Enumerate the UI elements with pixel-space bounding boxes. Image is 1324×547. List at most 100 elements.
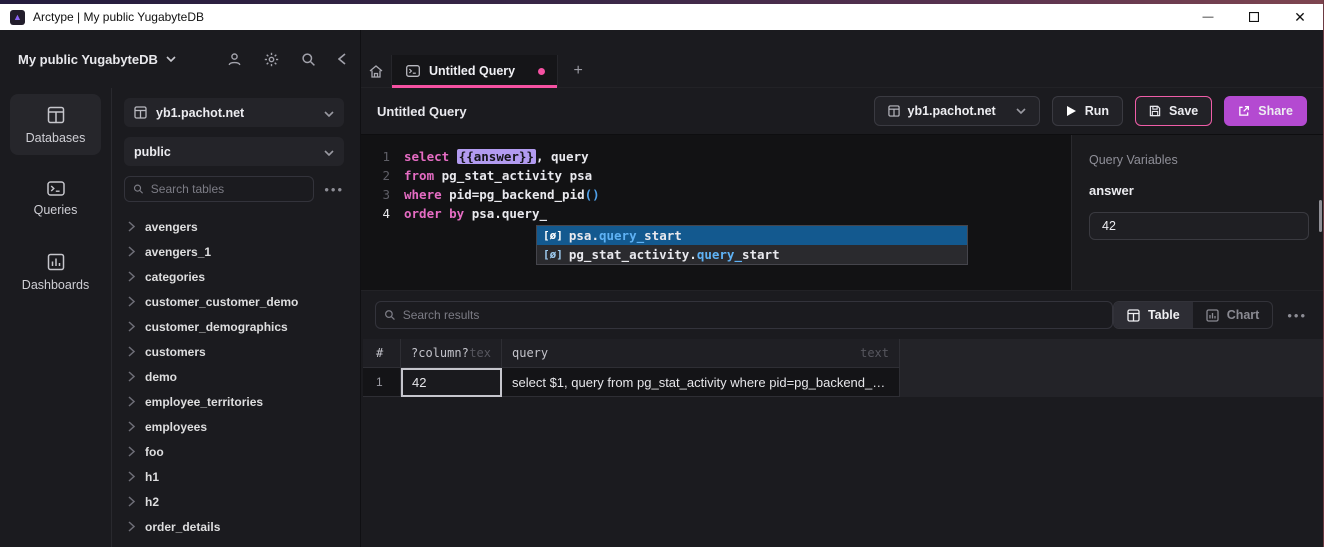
chart-view-button[interactable]: Chart (1193, 302, 1273, 328)
tab-bar: Untitled Query + (361, 30, 1323, 88)
selected-cell[interactable]: 42 (401, 368, 502, 397)
save-button[interactable]: Save (1135, 96, 1212, 126)
chevron-right-icon[interactable] (128, 346, 135, 357)
table-item-demo[interactable]: demo (124, 364, 344, 389)
column-header-column[interactable]: ?column? tex (401, 339, 502, 368)
close-icon[interactable]: ✕ (1277, 4, 1323, 30)
table-item-avengers[interactable]: avengers (124, 214, 344, 239)
code-text: where pid=pg_backend_pid() (404, 185, 600, 204)
results-more-icon[interactable]: ••• (1287, 308, 1307, 323)
chevron-right-icon[interactable] (128, 496, 135, 507)
scrollbar-thumb[interactable] (1319, 200, 1322, 232)
chevron-right-icon[interactable] (128, 321, 135, 332)
chevron-right-icon[interactable] (128, 246, 135, 257)
code-line-3[interactable]: 3where pid=pg_backend_pid() (361, 185, 1071, 204)
table-name: customers (145, 345, 206, 359)
connection-select[interactable]: yb1.pachot.net (124, 98, 344, 127)
table-item-customer_customer_demo[interactable]: customer_customer_demo (124, 289, 344, 314)
dashboards-icon (47, 253, 65, 271)
table-item-employee_territories[interactable]: employee_territories (124, 389, 344, 414)
code-line-4[interactable]: 4order by psa.query_ (361, 204, 1071, 223)
sidebar-item-databases[interactable]: Databases (10, 94, 101, 155)
home-tab[interactable] (361, 55, 392, 87)
chevron-right-icon[interactable] (128, 471, 135, 482)
chevron-right-icon (128, 246, 135, 257)
sql-editor[interactable]: 1select {{answer}}, query2from pg_stat_a… (361, 135, 1071, 290)
search-tables-input[interactable] (151, 182, 306, 196)
chevron-right-icon (128, 371, 135, 382)
row-index-cell[interactable]: 1 (363, 368, 401, 397)
column-type: tex (469, 346, 491, 360)
settings-gear-icon[interactable] (264, 52, 279, 67)
collapse-sidebar-icon[interactable] (338, 53, 346, 65)
table-view-button[interactable]: Table (1114, 302, 1193, 328)
table-item-avengers_1[interactable]: avengers_1 (124, 239, 344, 264)
maximize-icon[interactable] (1231, 4, 1277, 30)
table-item-h2[interactable]: h2 (124, 489, 344, 514)
chevron-right-icon[interactable] (128, 221, 135, 232)
new-tab-button[interactable]: + (558, 55, 598, 87)
share-button[interactable]: Share (1224, 96, 1307, 126)
autocomplete-item[interactable]: [ø]pg_stat_activity.query_start (537, 245, 967, 264)
table-name: avengers_1 (145, 245, 211, 259)
schema-select[interactable]: public (124, 137, 344, 166)
table-icon (1127, 309, 1140, 322)
line-number: 4 (361, 204, 404, 223)
table-item-categories[interactable]: categories (124, 264, 344, 289)
tab-untitled-query[interactable]: Untitled Query (392, 55, 558, 87)
sidebar-item-label: Queries (34, 203, 78, 217)
sidebar-item-dashboards[interactable]: Dashboards (10, 241, 101, 302)
table-name: avengers (145, 220, 198, 234)
table-name: customer_demographics (145, 320, 288, 334)
chevron-right-icon[interactable] (128, 521, 135, 532)
chevron-right-icon[interactable] (128, 396, 135, 407)
column-header-query[interactable]: query text (502, 339, 900, 368)
table-item-h1[interactable]: h1 (124, 464, 344, 489)
query-variables-panel: Query Variables answer (1071, 135, 1323, 290)
table-item-employees[interactable]: employees (124, 414, 344, 439)
explorer-more-icon[interactable]: ••• (324, 182, 344, 197)
table-name: foo (145, 445, 164, 459)
view-toggle: Table Chart (1113, 301, 1273, 329)
main-area: Untitled Query + Untitled Query yb1.pach… (360, 30, 1323, 547)
sidebar-item-queries[interactable]: Queries (10, 169, 101, 227)
search-icon (133, 183, 144, 195)
share-icon (1238, 105, 1250, 117)
chevron-right-icon[interactable] (128, 371, 135, 382)
workspace-selector[interactable]: My public YugabyteDB (18, 52, 176, 67)
query-connection-select[interactable]: yb1.pachot.net (874, 96, 1040, 126)
column-icon: [ø] (543, 229, 563, 242)
chevron-right-icon (128, 446, 135, 457)
variable-value-input[interactable] (1089, 212, 1309, 240)
table-name: employee_territories (145, 395, 263, 409)
chevron-right-icon[interactable] (128, 421, 135, 432)
table-item-customers[interactable]: customers (124, 339, 344, 364)
autocomplete-item[interactable]: [ø]psa.query_start (537, 226, 967, 245)
table-item-order_details[interactable]: order_details (124, 514, 344, 539)
app-window: ▲ Arctype | My public YugabyteDB — ✕ My … (0, 0, 1324, 547)
window-title: Arctype | My public YugabyteDB (33, 10, 204, 24)
run-button[interactable]: Run (1052, 96, 1123, 126)
column-header-index[interactable]: # (363, 339, 401, 368)
chevron-right-icon[interactable] (128, 446, 135, 457)
table-name: h2 (145, 495, 159, 509)
schema-name: public (134, 145, 171, 159)
chevron-down-icon (324, 106, 334, 120)
chart-icon (1206, 309, 1219, 322)
chevron-right-icon (128, 346, 135, 357)
autocomplete-popup: [ø]psa.query_start[ø]pg_stat_activity.qu… (536, 225, 968, 265)
line-number: 3 (361, 185, 404, 204)
code-line-2[interactable]: 2from pg_stat_activity psa (361, 166, 1071, 185)
chevron-right-icon[interactable] (128, 271, 135, 282)
search-results-input[interactable] (403, 308, 1104, 322)
column-type: text (860, 346, 889, 360)
code-line-1[interactable]: 1select {{answer}}, query (361, 147, 1071, 166)
search-icon[interactable] (301, 52, 316, 67)
query-cell[interactable]: select $1, query from pg_stat_activity w… (502, 368, 900, 397)
table-item-customer_demographics[interactable]: customer_demographics (124, 314, 344, 339)
table-item-foo[interactable]: foo (124, 439, 344, 464)
search-results-box (375, 301, 1113, 329)
chevron-right-icon[interactable] (128, 296, 135, 307)
minimize-icon[interactable]: — (1185, 4, 1231, 30)
account-icon[interactable] (227, 52, 242, 67)
